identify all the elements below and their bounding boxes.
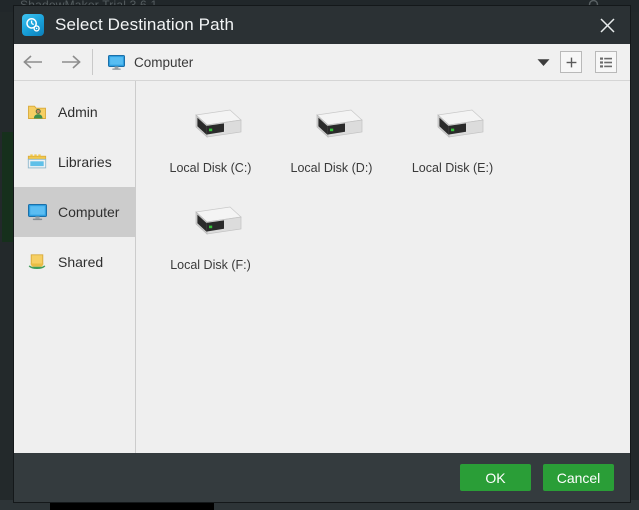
sidebar-item-label: Admin [58, 104, 98, 120]
close-icon[interactable] [584, 6, 630, 44]
drive-list: Local Disk (C:) Local Disk (D:) Local Di… [136, 81, 630, 453]
drive-label: Local Disk (F:) [170, 258, 251, 272]
dialog-titlebar: Select Destination Path [14, 6, 630, 44]
drive-label: Local Disk (E:) [411, 161, 494, 175]
drive-label: Local Disk (C:) [169, 161, 252, 175]
background-app-green-accent [2, 132, 13, 242]
drive-item[interactable]: Local Disk (F:) [150, 194, 271, 291]
back-arrow-icon[interactable] [14, 44, 52, 81]
forward-arrow-icon[interactable] [52, 44, 90, 81]
hard-disk-icon [175, 101, 247, 157]
breadcrumb-label: Computer [134, 54, 194, 70]
sidebar-item-label: Computer [58, 204, 120, 220]
view-mode-button[interactable] [595, 51, 617, 73]
computer-icon [26, 201, 48, 223]
cancel-button[interactable]: Cancel [543, 464, 614, 491]
shared-folder-icon [26, 251, 48, 273]
drive-item[interactable]: Local Disk (D:) [271, 97, 392, 194]
select-destination-path-dialog: Select Destination Path Computer Admin L… [14, 6, 630, 502]
drive-item[interactable]: Local Disk (C:) [150, 97, 271, 194]
computer-icon [107, 54, 126, 71]
breadcrumb[interactable]: Computer [99, 44, 526, 80]
dialog-body: Admin Libraries Computer Shared Local Di… [14, 81, 630, 453]
drive-label: Local Disk (D:) [290, 161, 373, 175]
toolbar-separator [92, 49, 93, 75]
hard-disk-icon [296, 101, 368, 157]
chevron-down-icon[interactable] [526, 44, 560, 81]
background-app-left-strip [0, 12, 14, 510]
shadowmaker-icon [22, 14, 44, 36]
hard-disk-icon [175, 198, 247, 254]
new-folder-button[interactable] [560, 51, 582, 73]
sidebar-item-computer[interactable]: Computer [14, 187, 135, 237]
sidebar-item-shared[interactable]: Shared [14, 237, 135, 287]
sidebar-item-label: Shared [58, 254, 104, 270]
dialog-title: Select Destination Path [55, 15, 235, 34]
hard-disk-icon [417, 101, 489, 157]
sidebar: Admin Libraries Computer Shared [14, 81, 136, 453]
dialog-toolbar: Computer [14, 44, 630, 81]
user-folder-icon [26, 101, 48, 123]
drive-item[interactable]: Local Disk (E:) [392, 97, 513, 194]
sidebar-item-libraries[interactable]: Libraries [14, 137, 135, 187]
ok-button[interactable]: OK [460, 464, 531, 491]
libraries-icon [26, 151, 48, 173]
dialog-footer: OK Cancel [14, 453, 630, 502]
sidebar-item-label: Libraries [58, 154, 112, 170]
sidebar-item-admin[interactable]: Admin [14, 87, 135, 137]
